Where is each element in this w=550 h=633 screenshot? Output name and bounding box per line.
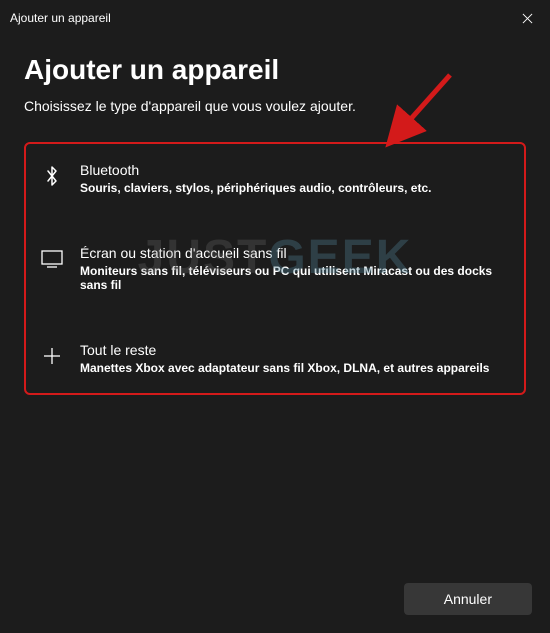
dialog-footer: Annuler [404,583,532,615]
separator [26,209,524,231]
option-title: Tout le reste [80,342,510,358]
titlebar: Ajouter un appareil [0,0,550,36]
separator [26,306,524,328]
option-text: Bluetooth Souris, claviers, stylos, péri… [80,162,510,195]
plus-icon [40,344,64,368]
option-text: Tout le reste Manettes Xbox avec adaptat… [80,342,510,375]
option-description: Manettes Xbox avec adaptateur sans fil X… [80,361,510,375]
close-button[interactable] [504,0,550,36]
page-subtitle: Choisissez le type d'appareil que vous v… [24,98,526,114]
option-wireless-display[interactable]: Écran ou station d'accueil sans fil Moni… [26,231,524,306]
close-icon [522,13,533,24]
option-title: Écran ou station d'accueil sans fil [80,245,510,261]
display-icon [40,247,64,271]
option-title: Bluetooth [80,162,510,178]
device-options-highlight-box: Bluetooth Souris, claviers, stylos, péri… [24,142,526,395]
option-description: Souris, claviers, stylos, périphériques … [80,181,510,195]
page-title: Ajouter un appareil [24,54,526,86]
window-title: Ajouter un appareil [10,11,111,25]
option-bluetooth[interactable]: Bluetooth Souris, claviers, stylos, péri… [26,148,524,209]
cancel-button[interactable]: Annuler [404,583,532,615]
dialog-content: Ajouter un appareil Choisissez le type d… [0,36,550,395]
option-text: Écran ou station d'accueil sans fil Moni… [80,245,510,292]
option-description: Moniteurs sans fil, téléviseurs ou PC qu… [80,264,510,292]
bluetooth-icon [40,164,64,188]
option-everything-else[interactable]: Tout le reste Manettes Xbox avec adaptat… [26,328,524,389]
